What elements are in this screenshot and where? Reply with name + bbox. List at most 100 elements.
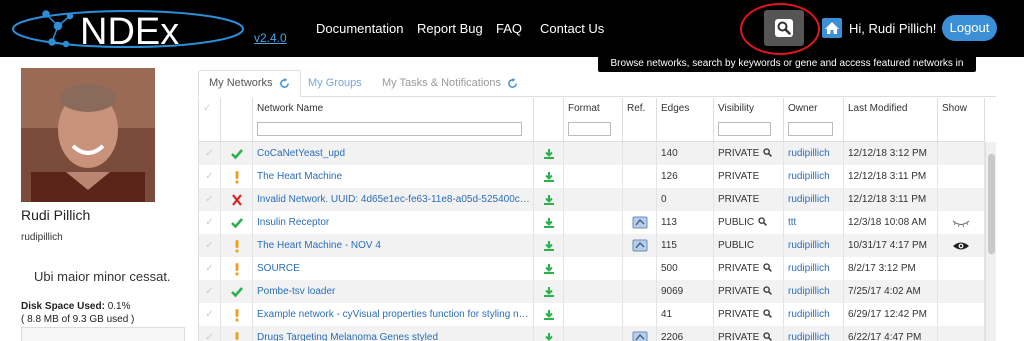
- column-network-name[interactable]: Network Name: [253, 98, 534, 142]
- tab-my-tasks[interactable]: My Tasks & Notifications: [372, 70, 528, 97]
- version-link[interactable]: v2.4.0: [254, 31, 287, 45]
- tab-my-networks[interactable]: My Networks: [198, 70, 301, 97]
- network-name-filter[interactable]: [257, 122, 522, 136]
- network-name-link[interactable]: Invalid Network. UUID: 4d65e1ec-fe63-11e…: [253, 188, 534, 211]
- reference-icon[interactable]: [632, 239, 648, 252]
- owner-link[interactable]: rudipillich: [784, 142, 844, 165]
- nav-documentation[interactable]: Documentation: [316, 21, 403, 36]
- owner-filter[interactable]: [788, 122, 833, 136]
- row-checkbox[interactable]: ✓: [199, 142, 221, 165]
- search-button[interactable]: [764, 10, 804, 46]
- owner-link[interactable]: rudipillich: [784, 165, 844, 188]
- download-icon[interactable]: [543, 171, 555, 183]
- table-row[interactable]: ✓ Insulin Receptor 113 PUBLIC ttt 12/3/18 10:…: [199, 211, 985, 234]
- reference-icon[interactable]: [632, 331, 648, 341]
- tab-bar: My Networks My Groups My Tasks & Notific…: [198, 70, 996, 97]
- last-modified-cell: 12/12/18 3:12 PM: [844, 142, 938, 165]
- network-name-link[interactable]: Insulin Receptor: [253, 211, 534, 234]
- table-row[interactable]: ✓ Invalid Network. UUID: 4d65e1ec-fe63-11…: [199, 188, 985, 211]
- column-show[interactable]: Show: [938, 98, 985, 142]
- network-name-link[interactable]: The Heart Machine - NOV 4: [253, 234, 534, 257]
- table-row[interactable]: ✓ The Heart Machine 126 PRIVATE rudipillich 1…: [199, 165, 985, 188]
- refresh-icon[interactable]: [507, 78, 518, 89]
- search-icon[interactable]: [763, 286, 773, 295]
- column-edges[interactable]: Edges: [657, 98, 714, 142]
- reference-cell: [623, 280, 657, 303]
- last-modified-cell: 12/12/18 3:11 PM: [844, 188, 938, 211]
- format-cell: [564, 303, 623, 326]
- row-checkbox[interactable]: ✓: [199, 211, 221, 234]
- owner-link[interactable]: rudipillich: [784, 234, 844, 257]
- download-icon[interactable]: [543, 286, 555, 298]
- table-row[interactable]: ✓ Example network - cyVisual properties f…: [199, 303, 985, 326]
- owner-link[interactable]: rudipillich: [784, 257, 844, 280]
- vertical-scrollbar[interactable]: [985, 142, 996, 341]
- owner-link[interactable]: rudipillich: [784, 303, 844, 326]
- column-owner[interactable]: Owner: [784, 98, 844, 142]
- search-icon[interactable]: [763, 148, 773, 157]
- status-cell: [221, 280, 253, 303]
- download-icon[interactable]: [543, 309, 555, 321]
- table-row[interactable]: ✓ Drugs Targeting Melanoma Genes styled 22…: [199, 326, 985, 341]
- visibility-filter[interactable]: [718, 122, 771, 136]
- download-icon[interactable]: [543, 263, 555, 275]
- row-checkbox[interactable]: ✓: [199, 188, 221, 211]
- row-checkbox[interactable]: ✓: [199, 280, 221, 303]
- table-row[interactable]: ✓ Pombe-tsv loader 9069 PRIVATE rudipillich 7…: [199, 280, 985, 303]
- network-name-link[interactable]: CoCaNetYeast_upd: [253, 142, 534, 165]
- column-ref[interactable]: Ref.: [623, 98, 657, 142]
- search-icon[interactable]: [763, 263, 773, 272]
- format-cell: [564, 165, 623, 188]
- network-name-link[interactable]: The Heart Machine: [253, 165, 534, 188]
- column-visibility[interactable]: Visibility: [714, 98, 784, 142]
- table-row[interactable]: ✓ CoCaNetYeast_upd 140 PRIVATE rudipillich 12…: [199, 142, 985, 165]
- download-icon[interactable]: [543, 332, 555, 341]
- format-filter[interactable]: [568, 122, 611, 136]
- network-name-link[interactable]: Drugs Targeting Melanoma Genes styled: [253, 326, 534, 341]
- success-check-icon: [230, 148, 243, 159]
- nav-report-bug[interactable]: Report Bug: [417, 21, 483, 36]
- scrollbar-thumb[interactable]: [988, 154, 995, 254]
- download-cell: [534, 303, 564, 326]
- row-checkbox[interactable]: ✓: [199, 326, 221, 341]
- refresh-icon[interactable]: [279, 78, 290, 89]
- eye-open-icon[interactable]: [952, 240, 970, 252]
- table-row[interactable]: ✓ The Heart Machine - NOV 4 115 PUBLIC rudip…: [199, 234, 985, 257]
- last-modified-cell: 7/25/17 4:02 AM: [844, 280, 938, 303]
- search-icon[interactable]: [763, 309, 773, 318]
- search-icon[interactable]: [758, 217, 768, 226]
- owner-link[interactable]: ttt: [784, 211, 844, 234]
- network-name-link[interactable]: Pombe-tsv loader: [253, 280, 534, 303]
- home-icon[interactable]: [822, 18, 842, 38]
- column-last-modified[interactable]: Last Modified: [844, 98, 938, 142]
- greeting-link[interactable]: Hi, Rudi Pillich!: [849, 21, 936, 36]
- row-checkbox[interactable]: ✓: [199, 257, 221, 280]
- row-checkbox[interactable]: ✓: [199, 234, 221, 257]
- download-icon[interactable]: [543, 217, 555, 229]
- table-row[interactable]: ✓ SOURCE 500 PRIVATE rudipillich 8/2/17 3:12 …: [199, 257, 985, 280]
- select-all-checkbox[interactable]: ✓: [199, 98, 221, 142]
- show-cell: [938, 303, 985, 326]
- search-icon[interactable]: [763, 332, 773, 341]
- column-format[interactable]: Format: [564, 98, 623, 142]
- show-cell: [938, 188, 985, 211]
- network-name-link[interactable]: Example network - cyVisual properties fu…: [253, 303, 534, 326]
- download-icon[interactable]: [543, 194, 555, 206]
- download-icon[interactable]: [543, 148, 555, 160]
- download-icon[interactable]: [543, 240, 555, 252]
- row-checkbox[interactable]: ✓: [199, 165, 221, 188]
- eye-closed-icon[interactable]: [952, 218, 970, 228]
- edges-cell: 115: [657, 234, 714, 257]
- logout-button[interactable]: Logout: [942, 15, 997, 41]
- owner-link[interactable]: rudipillich: [784, 326, 844, 341]
- nav-contact-us[interactable]: Contact Us: [540, 21, 604, 36]
- row-checkbox[interactable]: ✓: [199, 303, 221, 326]
- nav-faq[interactable]: FAQ: [496, 21, 522, 36]
- ndex-logo[interactable]: NDEx: [8, 4, 248, 54]
- tab-my-groups[interactable]: My Groups: [298, 70, 372, 97]
- owner-link[interactable]: rudipillich: [784, 280, 844, 303]
- reference-icon[interactable]: [632, 216, 648, 229]
- network-name-link[interactable]: SOURCE: [253, 257, 534, 280]
- edges-cell: 2206: [657, 326, 714, 341]
- owner-link[interactable]: rudipillich: [784, 188, 844, 211]
